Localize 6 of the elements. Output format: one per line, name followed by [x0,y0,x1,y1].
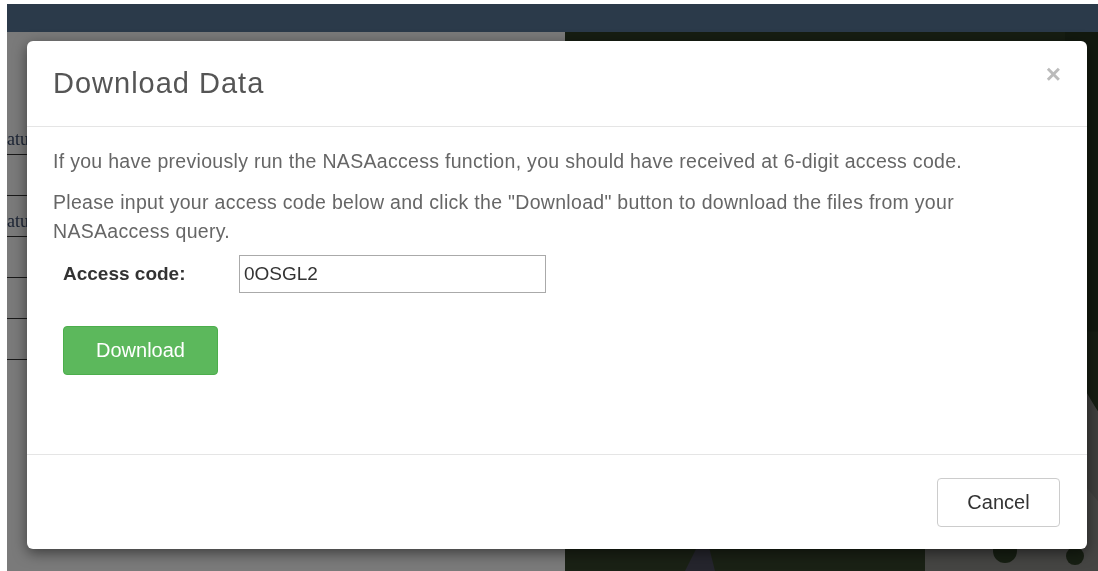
instruction-text: Please input your access code below and click the "Download" button to download the files from your NASAaccess query. [53,190,955,244]
field-label: Access code: [63,263,187,285]
cancel-button[interactable]: Cancel [937,477,1060,527]
access-code-field[interactable]: 0OSGL2 [239,255,546,293]
dialog-title: Download Data [53,67,265,100]
instruction-text: If you have previously run the NASAaccess function, you should have received at 6-digit access code. [53,149,964,174]
